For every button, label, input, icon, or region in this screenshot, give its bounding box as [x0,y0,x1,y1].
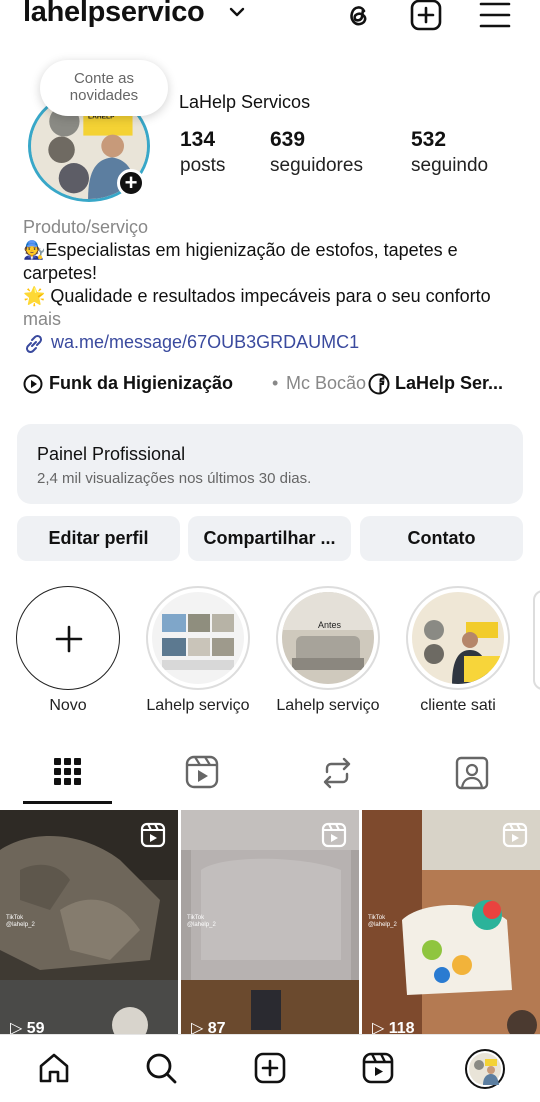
threads-icon[interactable] [341,0,375,32]
music-separator: • [272,373,279,393]
music-artist: Mc Bocão [286,373,367,393]
highlight-ring: Antes [276,586,380,690]
reels-icon[interactable] [361,1051,395,1085]
profile-nav-avatar[interactable] [465,1049,505,1089]
active-tab-indicator [23,801,112,804]
tiktok-watermark: TikTok @lahelp_2 [6,915,35,928]
grid-post-2[interactable]: TikTok @lahelp_2 ▷ 87 [181,810,359,1034]
highlight-item[interactable]: Antes Lahelp serviço [273,586,383,715]
highlight-item[interactable]: Lahelp serviço [143,586,253,715]
contact-button[interactable]: Contato [360,516,523,561]
link-icon [25,334,43,354]
tiktok-watermark: TikTok @lahelp_2 [187,915,216,928]
stat-followers[interactable]: 639 seguidores [270,127,363,179]
highlight-image [412,592,504,684]
stat-following[interactable]: 532 seguindo [411,127,488,179]
highlight-ring [146,586,250,690]
grid-post-3[interactable]: TikTok @lahelp_2 ▷ 118 [362,810,540,1034]
facebook-name: LaHelp Ser... [395,373,504,393]
grid-tab-icon[interactable] [23,752,113,796]
followers-count: 639 [270,128,306,151]
highlight-image: Antes [282,592,374,684]
bio-more-link[interactable]: mais [23,308,523,331]
grid-post-1[interactable]: TikTok @lahelp_2 ▷ 59 [0,810,178,1034]
plus-icon [55,625,83,653]
highlight-image [152,592,244,684]
tagged-tab-icon[interactable] [427,752,517,796]
highlight-new[interactable]: Novo [13,586,123,715]
edit-profile-button[interactable]: Editar perfil [17,516,180,561]
view-count: ▷ 118 [372,1020,415,1034]
highlight-partial[interactable] [533,590,540,690]
followers-label: seguidores [270,155,363,176]
play-circle-icon [23,374,43,394]
view-count: ▷ 87 [191,1020,226,1034]
category-label: Produto/serviço [23,217,149,237]
search-icon[interactable] [144,1051,178,1085]
highlight-cover: Antes [282,592,374,684]
stat-posts[interactable]: 134 posts [180,127,225,179]
create-icon[interactable] [253,1051,287,1085]
highlight-label: Lahelp serviço [276,697,380,714]
professional-dashboard[interactable]: Painel Profissional 2,4 mil visualizaçõe… [17,424,523,504]
panel-title: Painel Profissional [37,444,186,464]
highlight-item[interactable]: cliente sati [403,586,513,715]
highlight-label: cliente sati [420,697,496,714]
reels-tab-icon[interactable] [157,752,247,796]
chevron-down-icon[interactable] [228,6,246,20]
following-count: 532 [411,128,447,151]
reel-icon [321,822,347,848]
posts-label: posts [180,155,226,176]
reel-icon [502,822,528,848]
menu-icon[interactable] [478,0,512,32]
panel-subtitle: 2,4 mil visualizações nos últimos 30 dia… [37,470,312,487]
antes-text: Antes [318,620,342,630]
new-highlight-circle [16,586,120,690]
username-switcher[interactable]: lahelpservico [23,0,205,29]
tiktok-watermark: TikTok @lahelp_2 [368,915,397,928]
highlight-label: Lahelp serviço [146,697,250,714]
highlight-cover [412,592,504,684]
share-profile-button[interactable]: Compartilhar ... [188,516,351,561]
following-label: seguindo [411,155,489,176]
top-bar: lahelpservico [0,0,540,34]
facebook-icon [368,373,390,395]
bottom-navigation [0,1034,540,1102]
notes-bubble[interactable]: Conte as novidades [40,60,168,116]
display-name: LaHelp Servicos [179,92,311,112]
bio-line-1: 🧑‍🔧Especialistas em higienização de esto… [23,240,458,283]
add-story-badge[interactable]: + [117,169,145,197]
posts-count: 134 [180,128,216,151]
highlight-cover [152,592,244,684]
avatar-icon [469,1053,501,1085]
highlight-label: Novo [49,697,87,714]
view-count: ▷ 59 [10,1020,45,1034]
reel-icon [140,822,166,848]
create-post-icon[interactable] [409,0,443,32]
bio-line-2: 🌟 Qualidade e resultados impecáveis para… [23,286,491,306]
music-title: Funk da Higienização [49,373,234,393]
reposts-tab-icon[interactable] [292,752,382,796]
bio-link-text: wa.me/message/67OUB3GRDAUMC1 [51,332,360,352]
highlight-ring [406,586,510,690]
home-icon[interactable] [37,1051,71,1085]
